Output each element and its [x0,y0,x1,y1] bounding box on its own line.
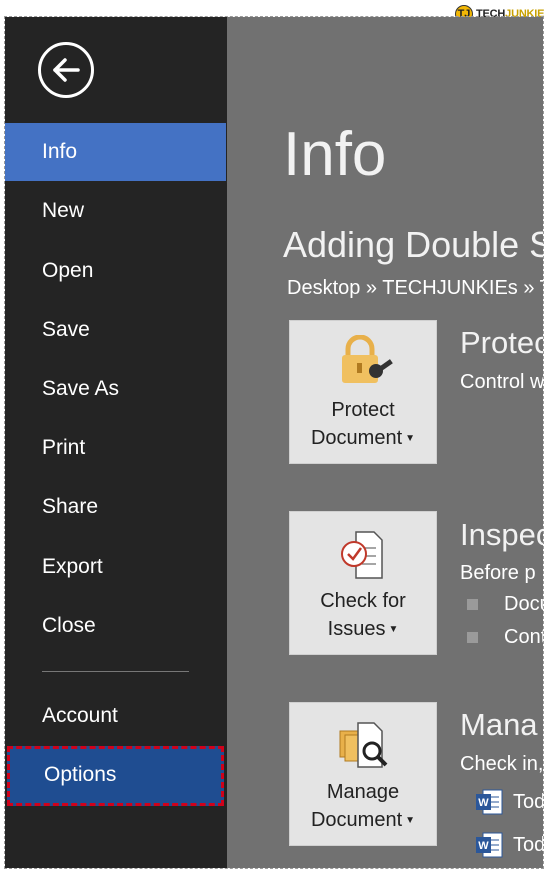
manage-document-label: Manage Document ▼ [290,778,436,835]
protect-line2: Document [310,427,403,449]
manage-file-1[interactable]: Tod [513,791,543,814]
backstage-window: Info New Open Save Save As Print Share E… [4,16,544,869]
protect-section-heading: Protec [460,325,544,360]
bullet-icon [467,599,478,610]
manage-section-heading: Mana [460,707,538,742]
page-title: Info [283,120,387,189]
manage-section-desc: Check in, [460,753,544,775]
protect-section-desc: Control w [460,371,544,393]
check-line2: Issues [327,618,386,640]
backstage-main-panel: Info Adding Double S Desktop » TECHJUNKI… [227,17,543,868]
word-document-icon: W [476,789,503,815]
protect-document-button[interactable]: Protect Document ▼ [289,320,437,464]
protect-line1: Protect [331,399,395,421]
manage-line1: Manage [326,781,400,803]
dropdown-caret-icon: ▼ [405,814,416,826]
sidebar-item-new[interactable]: New [5,182,226,240]
manage-file-2[interactable]: Tod [513,834,543,857]
inspect-document-icon [290,526,436,582]
back-button[interactable] [38,42,94,98]
breadcrumb[interactable]: Desktop » TECHJUNKIEs » T [287,277,543,300]
sidebar-item-share[interactable]: Share [5,478,226,536]
sidebar-item-save-as[interactable]: Save As [5,360,226,418]
back-arrow-icon [53,58,80,82]
inspect-bullet-2: Cont [504,626,544,648]
svg-text:W: W [478,797,489,809]
svg-text:W: W [478,840,489,852]
sidebar-item-close[interactable]: Close [5,597,226,655]
check-for-issues-label: Check for Issues ▼ [290,587,436,644]
inspect-section-heading: Inspec [460,517,544,552]
sidebar-item-account[interactable]: Account [5,687,226,745]
sidebar-item-export[interactable]: Export [5,538,226,596]
backstage-sidebar: Info New Open Save Save As Print Share E… [5,17,227,868]
dropdown-caret-icon: ▼ [405,432,416,444]
word-document-icon: W [476,832,503,858]
dropdown-caret-icon: ▼ [388,623,399,635]
manage-document-button[interactable]: Manage Document ▼ [289,702,437,846]
inspect-bullet-1: Docu [504,593,543,615]
manage-line2: Document [310,809,403,831]
check-for-issues-button[interactable]: Check for Issues ▼ [289,511,437,655]
sidebar-item-print[interactable]: Print [5,419,226,477]
sidebar-divider [42,671,189,672]
protect-document-label: Protect Document ▼ [290,396,436,453]
check-line1: Check for [320,590,406,612]
sidebar-item-info[interactable]: Info [5,123,226,181]
manage-document-icon [290,717,436,773]
bullet-icon [467,632,478,643]
document-title: Adding Double S [283,224,544,265]
sidebar-item-save[interactable]: Save [5,301,226,359]
sidebar-item-options[interactable]: Options [7,746,224,806]
inspect-section-desc: Before p [460,562,536,584]
sidebar-item-open[interactable]: Open [5,242,226,300]
lock-key-icon [290,334,436,391]
